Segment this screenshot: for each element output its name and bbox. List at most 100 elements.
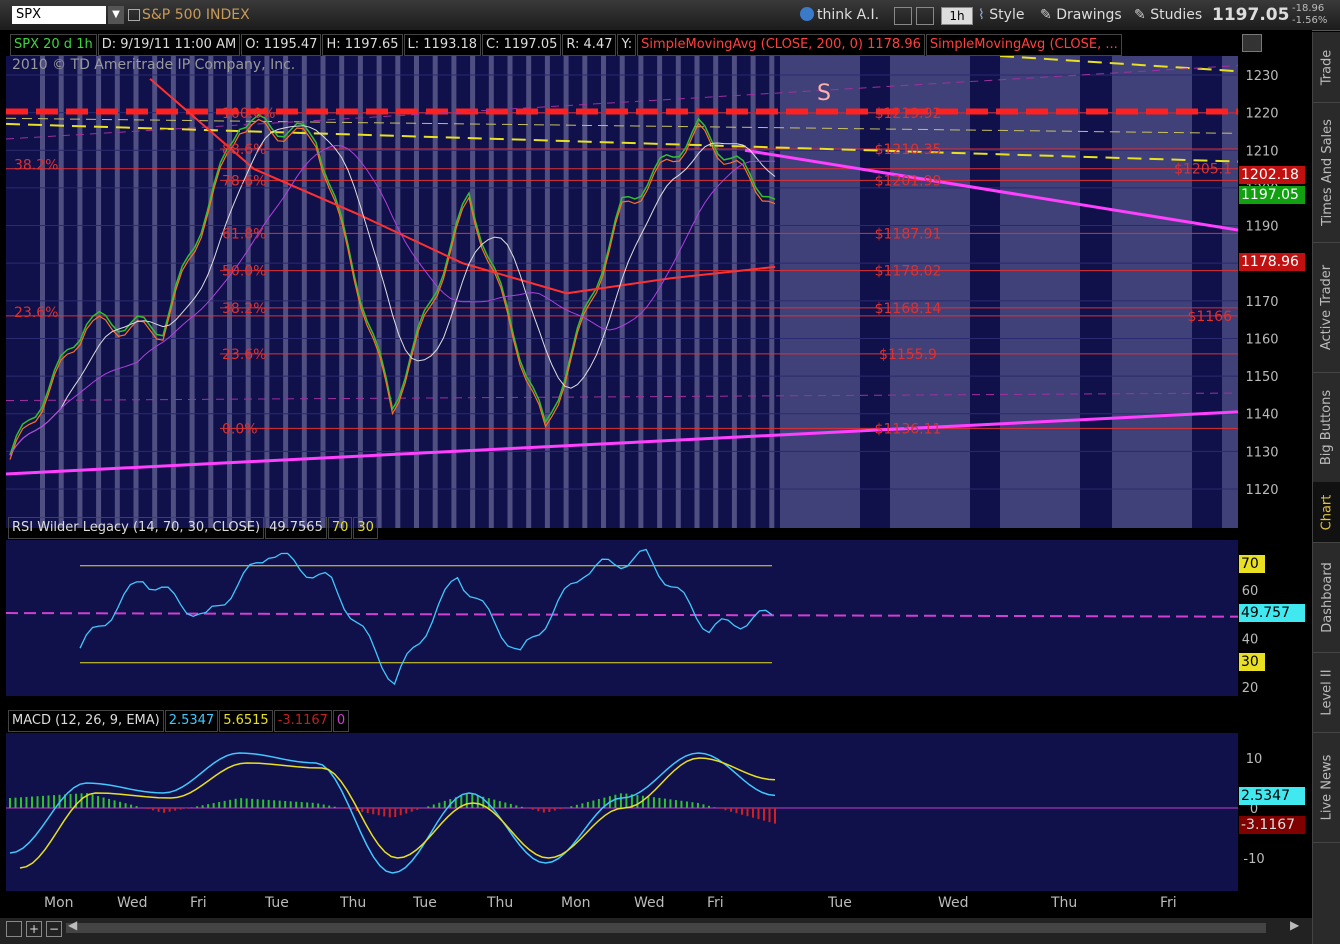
session-band [780, 56, 860, 528]
tab-trade[interactable]: Trade [1313, 32, 1340, 103]
studies-icon: ✎ [1134, 7, 1146, 23]
session-divider [395, 56, 401, 528]
zoom-in-icon[interactable]: + [26, 921, 42, 937]
y-tick-label: 1130 [1245, 445, 1278, 460]
session-divider [189, 56, 195, 528]
x-label: Mon [561, 895, 591, 911]
tab-big-buttons[interactable]: Big Buttons [1313, 372, 1340, 483]
session-divider [526, 56, 532, 528]
fib-note-label: $1166 [1187, 309, 1232, 325]
scroll-left-icon[interactable]: ◀ [68, 918, 77, 932]
rsi-tag-ob: 70 [1239, 555, 1265, 573]
x-label: Fri [1160, 895, 1177, 911]
session-divider [657, 56, 663, 528]
rsi-tick-label: 20 [1242, 681, 1259, 696]
session-divider [451, 56, 457, 528]
x-label: Wed [938, 895, 969, 911]
copyright: 2010 © TD Ameritrade IP Company, Inc. [12, 57, 295, 73]
macd-value: 2.5347 [164, 710, 219, 732]
tab-dashboard[interactable]: Dashboard [1313, 542, 1340, 653]
price-tag-sma200: 1178.96 [1239, 253, 1305, 271]
aggregation-button[interactable]: 1h [941, 7, 973, 25]
tab-level-ii[interactable]: Level II [1313, 652, 1340, 733]
session-divider [507, 56, 513, 528]
fib-pct-label: 38.2% [222, 301, 266, 317]
rsi-tick-label: 60 [1242, 584, 1259, 599]
tab-active-trader[interactable]: Active Trader [1313, 242, 1340, 373]
session-divider [638, 56, 644, 528]
rsi-tag-value: 49.757 [1239, 604, 1305, 622]
session-divider [619, 56, 625, 528]
zoom-out-icon[interactable]: − [46, 921, 62, 937]
rsi-ob: 70 [327, 517, 353, 539]
tab-live-news[interactable]: Live News [1313, 732, 1340, 843]
y-tick-label: 1140 [1245, 408, 1278, 423]
think-ai-button[interactable]: think A.I. [800, 5, 879, 25]
think-ai-icon [800, 7, 814, 21]
fib-pct-label: 50.0% [222, 264, 266, 280]
y-tick-label: 1230 [1245, 69, 1278, 84]
tab-chart[interactable]: Chart [1313, 482, 1340, 543]
fib-price-label: $1155.9 [879, 347, 937, 363]
fib-price-label: $1178.02 [875, 264, 942, 280]
session-band [1112, 56, 1192, 528]
drawings-button[interactable]: ✎ Drawings [1040, 5, 1122, 25]
fib-pct-label: 0.0% [222, 421, 258, 437]
session-divider [264, 56, 270, 528]
macd-title[interactable]: MACD (12, 26, 9, EMA) [8, 710, 164, 732]
session-divider [582, 56, 588, 528]
fib-price-label: $1219.92 [875, 106, 942, 122]
macd-panel [6, 733, 1238, 891]
bottom-scrollbar[interactable]: + − ◀ ▶ [0, 918, 1312, 944]
x-label: Tue [828, 895, 852, 911]
y-tick-label: 1190 [1245, 220, 1278, 235]
rsi-os: 30 [353, 517, 378, 539]
side-tabs: Trade Times And Sales Active Trader Big … [1312, 32, 1340, 944]
macd-tag-diff: -3.1167 [1239, 816, 1305, 834]
session-divider [40, 56, 45, 528]
price-tag-1202: 1202.18 [1239, 166, 1305, 184]
rsi-header: RSI Wilder Legacy (14, 70, 30, CLOSE) 49.… [8, 517, 379, 539]
fib-pct-label: 100.0% [222, 106, 275, 122]
fib-price-label: $1136.11 [875, 421, 942, 437]
x-label: Wed [634, 895, 665, 911]
symbol-input[interactable]: SPX [12, 6, 106, 24]
y-tick-label: 1160 [1245, 332, 1278, 347]
tab-label: Chart [1319, 494, 1335, 530]
x-label: Thu [1051, 895, 1078, 911]
drag-icon[interactable] [6, 921, 22, 937]
y-tick-label: 1120 [1245, 483, 1278, 498]
fib-pct-label: 23.6% [222, 347, 266, 363]
symbol-dropdown-icon[interactable]: ▼ [108, 6, 124, 24]
session-divider [376, 56, 382, 528]
date-label: D: 9/19/11 11:00 AM [97, 34, 241, 56]
x-label: Wed [117, 895, 148, 911]
price-chart[interactable]: 1120113011401150116011701180119012001210… [0, 30, 1312, 918]
x-label: Thu [340, 895, 367, 911]
rsi-title[interactable]: RSI Wilder Legacy (14, 70, 30, CLOSE) [8, 517, 265, 539]
price-change: -18.96 [1292, 3, 1325, 14]
session-divider [414, 56, 419, 528]
study-label[interactable]: SPX 20 d 1h [10, 34, 97, 56]
crosshair-icon[interactable] [894, 7, 912, 25]
chart-header: SPX 20 d 1h D: 9/19/11 11:00 AM O: 1195.47… [10, 34, 1123, 56]
drawings-label: Drawings [1056, 7, 1122, 23]
session-divider [601, 56, 606, 528]
rsi-value: 49.7565 [265, 517, 327, 539]
fib-pct-label: 61.8% [222, 226, 266, 242]
style-button[interactable]: ⌇ Style [978, 5, 1024, 25]
expand-icon[interactable] [1242, 34, 1262, 52]
scroll-track[interactable] [66, 923, 1266, 933]
rsi-panel [6, 540, 1238, 696]
studies-button[interactable]: ✎ Studies [1134, 5, 1202, 25]
scroll-right-icon[interactable]: ▶ [1290, 918, 1299, 932]
low-label: L: 1193.18 [403, 34, 482, 56]
range-label: R: 4.47 [562, 34, 617, 56]
x-label: Fri [707, 895, 724, 911]
macd-tag-value: 2.5347 [1239, 787, 1305, 805]
sma2-label: SimpleMovingAvg (CLOSE, ... [925, 34, 1122, 56]
sell-marker: S [817, 81, 831, 106]
settings-icon[interactable] [916, 7, 934, 25]
fib-note-label: $1205.1 [1174, 162, 1232, 178]
tab-times-and-sales[interactable]: Times And Sales [1313, 102, 1340, 243]
